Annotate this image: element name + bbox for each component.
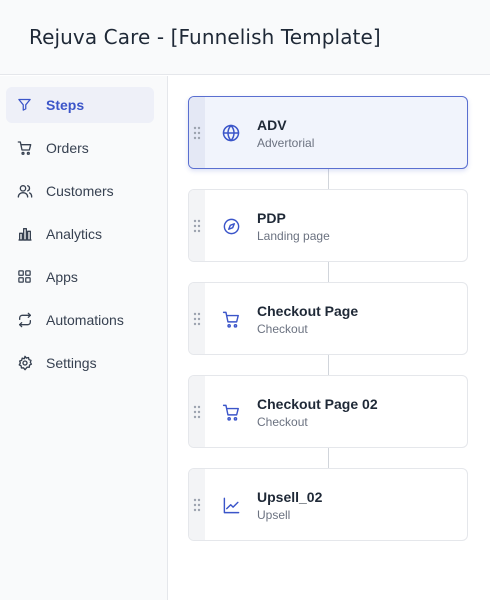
gear-icon — [16, 354, 33, 371]
sidebar-item-automations[interactable]: Automations — [6, 302, 154, 338]
sidebar-item-label: Settings — [46, 355, 97, 371]
sidebar-item-label: Orders — [46, 140, 89, 156]
step-connector — [328, 169, 329, 189]
cart-icon — [16, 139, 33, 156]
filter-icon — [16, 96, 33, 113]
step-name: Checkout Page 02 — [257, 396, 378, 412]
step-name: PDP — [257, 210, 286, 226]
step-type: Advertorial — [257, 136, 315, 150]
sidebar-item-steps[interactable]: Steps — [6, 87, 154, 123]
sidebar-item-analytics[interactable]: Analytics — [6, 216, 154, 252]
sidebar-item-label: Apps — [46, 269, 78, 285]
sidebar: Steps Orders Customers Analytics Apps Au… — [0, 76, 168, 600]
step-connector — [328, 355, 329, 375]
step-type: Checkout — [257, 322, 308, 336]
cart-icon — [221, 309, 241, 329]
sidebar-item-label: Customers — [46, 183, 114, 199]
step-connector — [328, 448, 329, 468]
compass-icon — [221, 216, 241, 236]
drag-handle-icon[interactable] — [189, 376, 205, 447]
step-card-pdp[interactable]: PDP Landing page — [188, 189, 468, 262]
trending-up-icon — [221, 495, 241, 515]
sidebar-item-customers[interactable]: Customers — [6, 173, 154, 209]
step-type: Checkout — [257, 415, 308, 429]
drag-handle-icon[interactable] — [189, 469, 205, 540]
step-card-upsell-02[interactable]: Upsell_02 Upsell — [188, 468, 468, 541]
drag-handle-icon[interactable] — [189, 97, 205, 168]
page-title: Rejuva Care - [Funnelish Template] — [29, 25, 381, 49]
sidebar-item-settings[interactable]: Settings — [6, 345, 154, 381]
step-name: ADV — [257, 117, 287, 133]
globe-icon — [221, 123, 241, 143]
sidebar-item-label: Automations — [46, 312, 124, 328]
repeat-icon — [16, 311, 33, 328]
drag-handle-icon[interactable] — [189, 190, 205, 261]
drag-handle-icon[interactable] — [189, 283, 205, 354]
step-type: Upsell — [257, 508, 291, 522]
sidebar-item-label: Analytics — [46, 226, 103, 242]
grid-icon — [16, 268, 33, 285]
sidebar-item-label: Steps — [46, 97, 85, 113]
step-card-checkout-page-02[interactable]: Checkout Page 02 Checkout — [188, 375, 468, 448]
step-name: Upsell_02 — [257, 489, 323, 505]
step-type: Landing page — [257, 229, 330, 243]
cart-icon — [221, 402, 241, 422]
step-connector — [328, 262, 329, 282]
bar-chart-icon — [16, 225, 33, 242]
step-card-checkout-page[interactable]: Checkout Page Checkout — [188, 282, 468, 355]
app-header: Rejuva Care - [Funnelish Template] — [0, 0, 490, 75]
sidebar-item-orders[interactable]: Orders — [6, 130, 154, 166]
sidebar-item-apps[interactable]: Apps — [6, 259, 154, 295]
step-card-adv[interactable]: ADV Advertorial — [188, 96, 468, 169]
step-name: Checkout Page — [257, 303, 359, 319]
users-icon — [16, 182, 33, 199]
